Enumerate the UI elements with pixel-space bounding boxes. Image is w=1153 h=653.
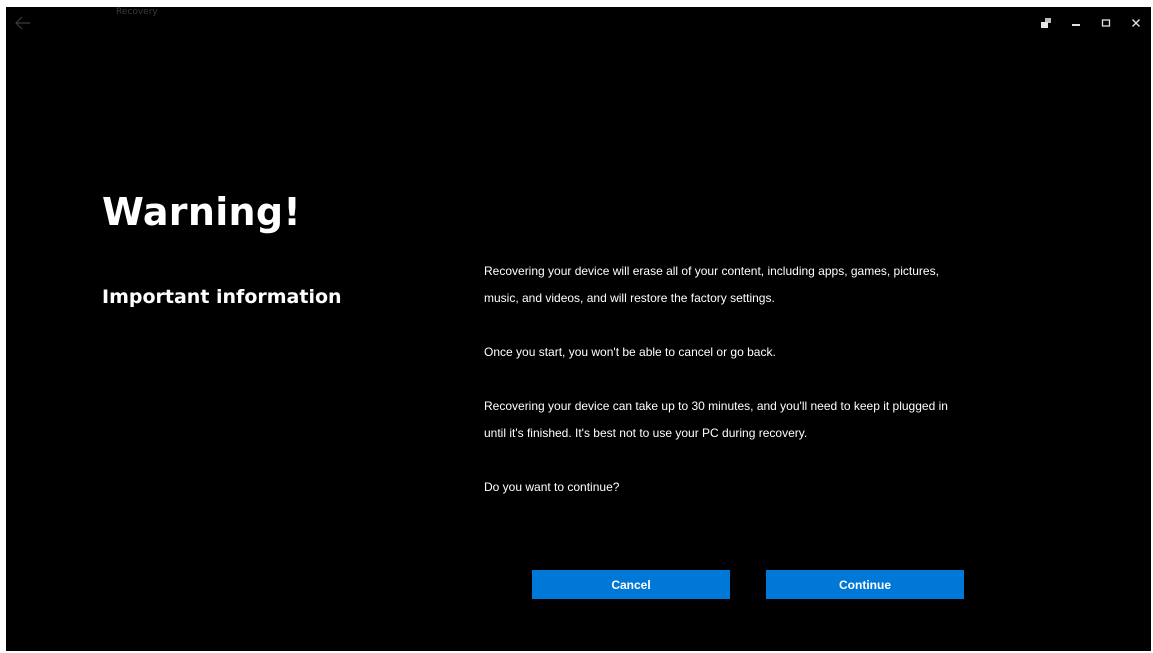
window-controls (1031, 7, 1151, 39)
minimize-icon (1072, 24, 1080, 26)
no-cancel-text: Once you start, you won't be able to can… (484, 345, 776, 359)
title-bar: Recovery (6, 7, 1151, 39)
minimize-button[interactable] (1061, 7, 1091, 39)
continue-question: Do you want to continue? (484, 480, 620, 494)
close-icon (1132, 19, 1140, 27)
close-button[interactable] (1121, 7, 1151, 39)
recovery-window: Recovery Warning! Important information … (6, 7, 1151, 651)
action-buttons: Cancel Continue (532, 570, 964, 599)
window-title: Recovery (116, 7, 158, 17)
restore-button[interactable] (1031, 7, 1061, 39)
maximize-button[interactable] (1091, 7, 1121, 39)
restore-icon (1041, 18, 1051, 28)
duration-text: Recovering your device can take up to 30… (484, 399, 948, 440)
cancel-button[interactable]: Cancel (532, 570, 730, 599)
erase-warning-text: Recovering your device will erase all of… (484, 264, 939, 305)
page-title: Warning! (102, 190, 302, 234)
back-arrow-icon (15, 16, 30, 30)
maximize-icon (1101, 19, 1111, 27)
back-button[interactable] (12, 13, 34, 33)
continue-button[interactable]: Continue (766, 570, 964, 599)
warning-details: Recovering your device will erase all of… (484, 258, 954, 528)
page-subtitle: Important information (102, 286, 342, 308)
